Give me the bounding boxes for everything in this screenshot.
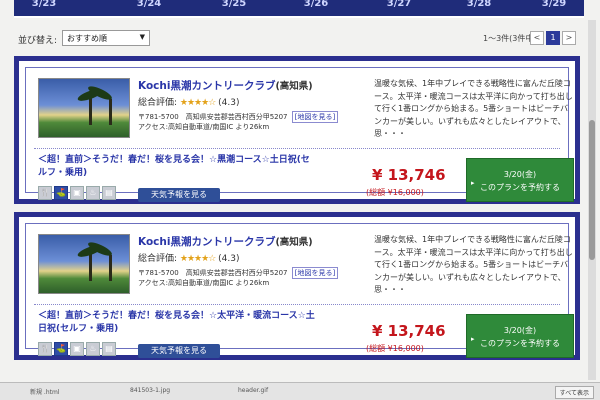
book-label: このプランを予約する: [480, 339, 560, 348]
date-label: 3/24: [136, 0, 162, 9]
star-rating-icon: ★★★★☆: [179, 254, 216, 264]
date-label: 3/23: [31, 0, 57, 9]
rating-label: 総合評価:: [138, 254, 178, 264]
star-rating-icon: ★★★★☆: [179, 98, 216, 108]
rating-value: (4.3): [218, 98, 240, 108]
course-description: 温暖な気候、1年中プレイできる戦略性に富んだ丘陵コース。太平洋・暖流コースは太平…: [374, 235, 573, 294]
golf-course-icon: ⛳: [54, 186, 68, 200]
course-name: Kochi黒潮カントリークラブ: [138, 80, 276, 92]
book-date: 3/20(金): [503, 170, 537, 179]
book-plan-button[interactable]: ▸ 3/20(金) このプランを予約する: [466, 314, 574, 358]
golf-plan-card: Kochi黒潮カントリークラブ(高知県) 総合評価: ★★★★☆ (4.3) 〒…: [14, 212, 580, 360]
rating: 総合評価: ★★★★☆ (4.3): [138, 251, 239, 264]
access-info: アクセス:高知自動車道/南国IC より26km: [138, 123, 270, 131]
address-text: 〒781-5700 高知県安芸郡芸西村西分甲5207: [138, 113, 288, 121]
date-label: 3/25: [221, 0, 247, 9]
shower-icon: ♨: [86, 186, 100, 200]
plan-price: ¥ 13,746: [372, 166, 446, 184]
result-count: 1〜3件(3件中): [483, 34, 537, 43]
card-inner: Kochi黒潮カントリークラブ(高知県) 総合評価: ★★★★☆ (4.3) 〒…: [25, 223, 574, 358]
rating-label: 総合評価:: [138, 98, 178, 108]
course-thumbnail[interactable]: [38, 234, 130, 294]
restaurant-icon: 🍴: [38, 342, 52, 356]
course-title-link[interactable]: Kochi黒潮カントリークラブ(高知県): [138, 234, 313, 249]
restaurant-icon: 🍴: [38, 186, 52, 200]
plan-total-price: (総額 ¥16,000): [366, 188, 424, 197]
golf-plan-card: Kochi黒潮カントリークラブ(高知県) 総合評価: ★★★★☆ (4.3) 〒…: [14, 56, 580, 204]
shop-icon: ▤: [102, 342, 116, 356]
plan-total-price: (総額 ¥16,000): [366, 344, 424, 353]
book-plan-button[interactable]: ▸ 3/20(金) このプランを予約する: [466, 158, 574, 202]
sort-select-value: おすすめ順: [67, 34, 107, 43]
map-link[interactable]: [地図を見る]: [291, 267, 339, 279]
course-name: Kochi黒潮カントリークラブ: [138, 236, 276, 248]
palm-tree-icon: [109, 99, 112, 125]
downloads-bar: 新規 .html 841503-1.jpg header.gif すべて表示: [0, 382, 600, 400]
show-all-downloads-button[interactable]: すべて表示: [554, 386, 594, 399]
page-scrollbar[interactable]: [588, 20, 596, 380]
chevron-down-icon: ▼: [139, 33, 145, 41]
date-label: 3/26: [303, 0, 329, 9]
shop-icon: ▤: [102, 186, 116, 200]
plan-price: ¥ 13,746: [372, 322, 446, 340]
results-toolbar: 並び替え: おすすめ順 ▼ 1〜3件(3件中) < 1 >: [18, 28, 578, 48]
page-1-button[interactable]: 1: [546, 31, 560, 45]
date-label: 3/27: [386, 0, 412, 9]
download-item[interactable]: 841503-1.jpg: [130, 387, 170, 394]
book-date: 3/20(金): [503, 326, 537, 335]
divider: [34, 304, 560, 305]
course-title-link[interactable]: Kochi黒潮カントリークラブ(高知県): [138, 78, 313, 93]
date-header-bar: 3/23 3/24 3/25 3/26 3/27 3/28 3/29: [14, 0, 584, 18]
weather-forecast-button[interactable]: 天気予報を見る: [138, 344, 220, 358]
weather-forecast-button[interactable]: 天気予報を見る: [138, 188, 220, 202]
divider: [34, 148, 560, 149]
course-prefecture: (高知県): [275, 237, 313, 248]
feature-icons: 🍴 ⛳ ▣ ♨ ▤: [38, 342, 118, 358]
sort-select[interactable]: おすすめ順 ▼: [62, 30, 150, 46]
card-inner: Kochi黒潮カントリークラブ(高知県) 総合評価: ★★★★☆ (4.3) 〒…: [25, 67, 574, 202]
cart-icon: ▣: [70, 186, 84, 200]
prev-page-button[interactable]: <: [530, 31, 544, 45]
rating: 総合評価: ★★★★☆ (4.3): [138, 95, 239, 108]
access-info: アクセス:高知自動車道/南国IC より26km: [138, 279, 270, 287]
rating-value: (4.3): [218, 254, 240, 264]
course-thumbnail[interactable]: [38, 78, 130, 138]
download-item[interactable]: header.gif: [238, 387, 268, 394]
date-label: 3/29: [541, 0, 567, 9]
course-prefecture: (高知県): [275, 81, 313, 92]
sort-label: 並び替え:: [18, 36, 58, 46]
golf-course-icon: ⛳: [54, 342, 68, 356]
feature-icons: 🍴 ⛳ ▣ ♨ ▤: [38, 186, 118, 202]
date-label: 3/28: [466, 0, 492, 9]
next-page-button[interactable]: >: [562, 31, 576, 45]
cart-icon: ▣: [70, 342, 84, 356]
palm-tree-icon: [109, 255, 112, 281]
shower-icon: ♨: [86, 342, 100, 356]
plan-title-link[interactable]: ＜超！直前＞そうだ！春だ！桜を見る会！☆黒潮コース☆土日祝(セルフ・乗用): [38, 154, 318, 180]
address-text: 〒781-5700 高知県安芸郡芸西村西分甲5207: [138, 269, 288, 277]
course-description: 温暖な気候、1年中プレイできる戦略性に富んだ丘陵コース。太平洋・暖流コースは太平…: [374, 79, 573, 138]
map-link[interactable]: [地図を見る]: [291, 111, 339, 123]
book-label: このプランを予約する: [480, 183, 560, 192]
chevron-right-icon: ▸: [471, 179, 475, 187]
plan-title-link[interactable]: ＜超！直前＞そうだ！春だ！桜を見る会！☆太平洋・暖流コース☆土日祝(セルフ・乗用…: [38, 310, 318, 336]
chevron-right-icon: ▸: [471, 335, 475, 343]
scrollbar-thumb[interactable]: [589, 120, 595, 260]
download-item[interactable]: 新規 .html: [30, 387, 59, 396]
